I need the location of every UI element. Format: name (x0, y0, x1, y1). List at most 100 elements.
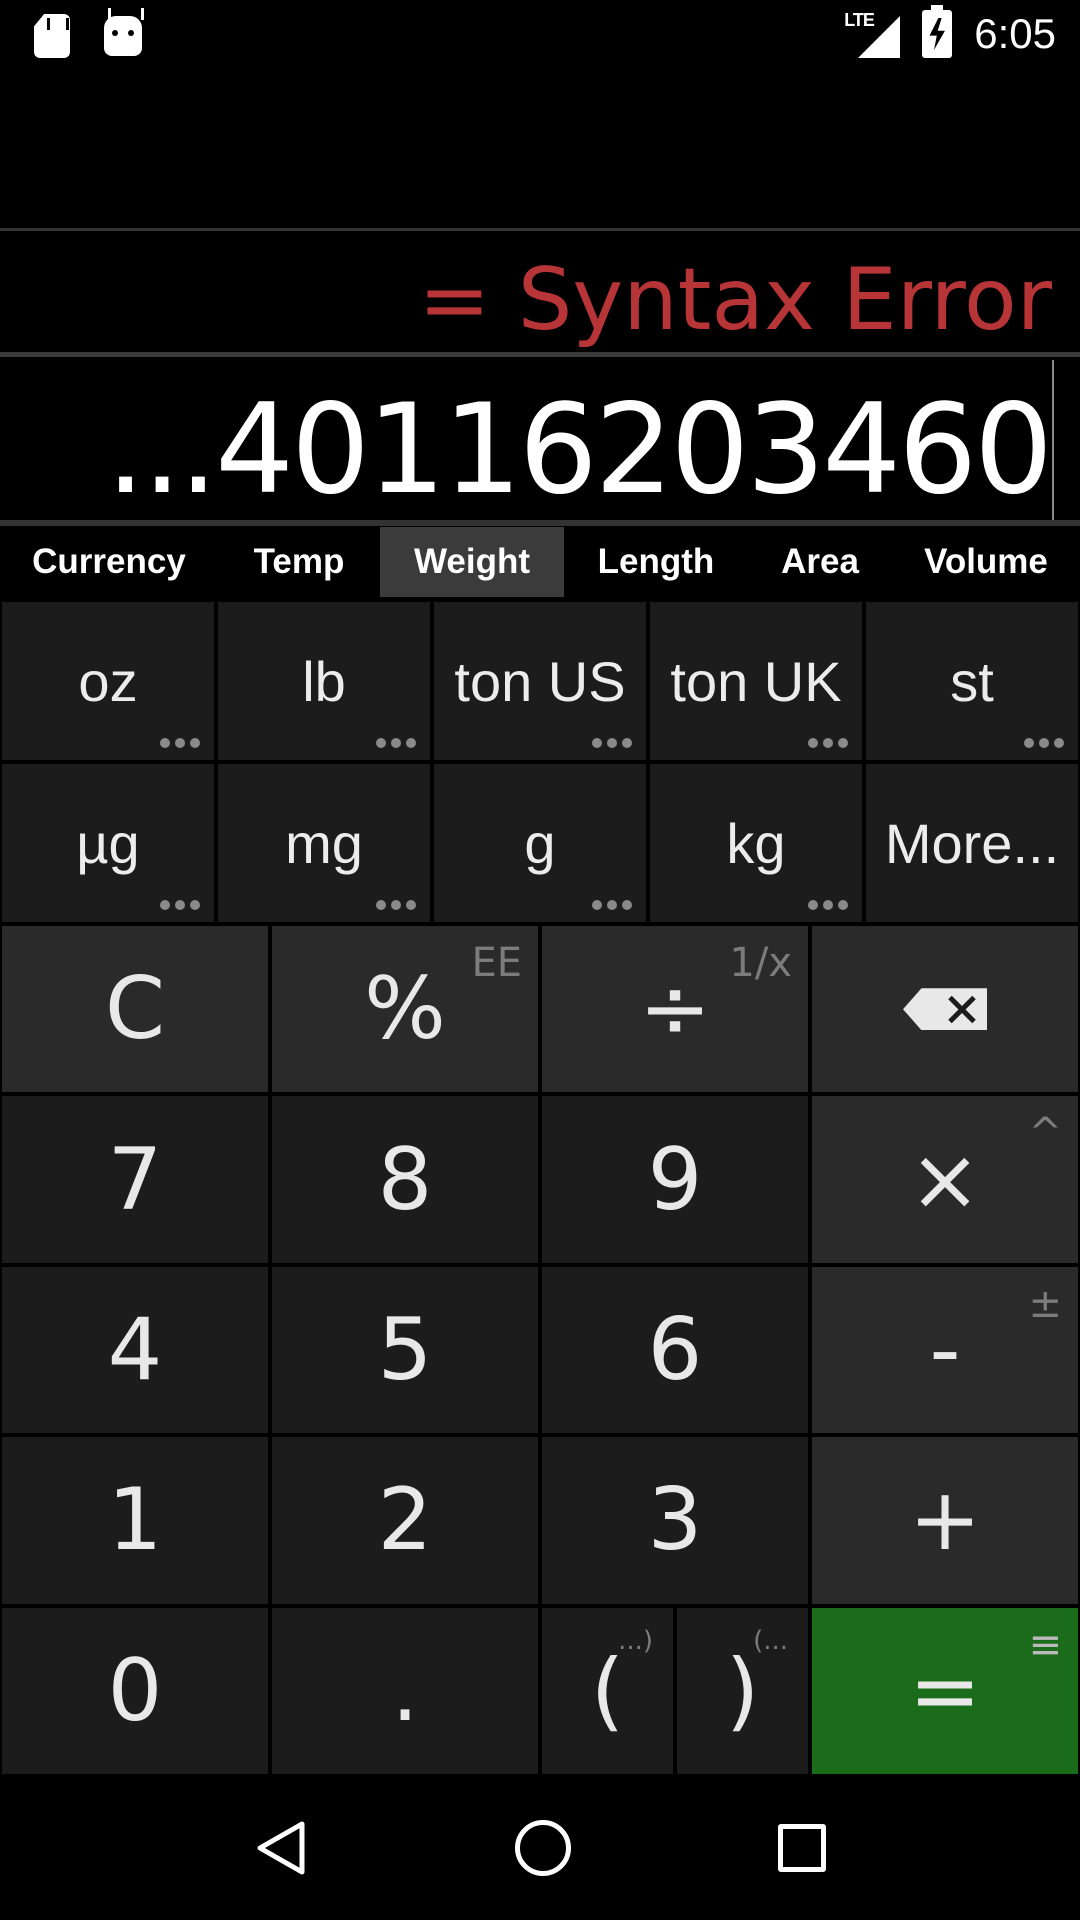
tab-weight[interactable]: Weight (380, 527, 564, 597)
tab-area[interactable]: Area (748, 527, 892, 597)
text-cursor (1052, 360, 1054, 520)
key-label: 3 (647, 1470, 703, 1571)
result-display: = Syntax Error (418, 250, 1052, 350)
digit-4-button[interactable]: 4 (2, 1266, 268, 1434)
navigation-bar (0, 1776, 1080, 1920)
key-label: = (908, 1640, 982, 1741)
more-options-icon (592, 738, 632, 748)
unit-kg-button[interactable]: kg (650, 764, 862, 922)
unit-oz-button[interactable]: oz (2, 602, 214, 760)
alt-function-label: (... (753, 1625, 788, 1656)
tab-temp[interactable]: Temp (218, 527, 380, 597)
divider (0, 352, 1080, 357)
android-debug-icon (104, 16, 142, 56)
key-label: . (391, 1640, 419, 1741)
more-options-icon (1024, 738, 1064, 748)
minus-button[interactable]: - ± (812, 1266, 1078, 1434)
home-icon[interactable] (514, 1820, 571, 1876)
expression-input[interactable]: ...40116203460 (106, 378, 1053, 522)
alt-function-label: ^ (1028, 1110, 1062, 1157)
percent-button[interactable]: % EE (272, 926, 538, 1093)
unit-keys: oz lb ton US ton UK st µg mg g kg More..… (0, 602, 1080, 922)
more-options-icon (376, 738, 416, 748)
key-label: + (908, 1470, 982, 1571)
key-label: ) (725, 1640, 760, 1741)
key-label: 8 (377, 1129, 433, 1230)
unit-label: kg (726, 811, 786, 875)
alt-function-label: ± (1028, 1280, 1062, 1327)
more-options-icon (808, 900, 848, 910)
battery-charging-icon (922, 5, 953, 58)
digit-9-button[interactable]: 9 (542, 1096, 808, 1263)
more-options-icon (160, 900, 200, 910)
unit-label: ton UK (670, 649, 842, 713)
digit-1-button[interactable]: 1 (2, 1437, 268, 1604)
unit-ton-us-button[interactable]: ton US (434, 602, 646, 760)
recent-apps-icon[interactable] (778, 1824, 827, 1872)
unit-label: More... (884, 811, 1060, 875)
unit-mg-button[interactable]: mg (218, 764, 430, 922)
digit-6-button[interactable]: 6 (542, 1266, 808, 1434)
unit-label: mg (285, 811, 363, 875)
status-bar: LTE 6:05 (0, 0, 1080, 72)
unit-label: lb (302, 649, 346, 713)
alt-function-label: 1/x (729, 940, 792, 986)
sd-card-icon (34, 14, 70, 58)
unit-ug-button[interactable]: µg (2, 764, 214, 922)
tab-currency[interactable]: Currency (0, 527, 218, 597)
history-icon: ≡ (1028, 1621, 1062, 1668)
close-paren-button[interactable]: ) (... (677, 1607, 808, 1774)
digit-3-button[interactable]: 3 (542, 1437, 808, 1604)
open-paren-button[interactable]: (...) (542, 1607, 673, 1774)
calculator-keypad: C % EE ÷ 1/x 7 8 9 × ^ 4 5 6 - ± 1 2 3 + 0 .… (0, 926, 1080, 1774)
signal-icon: LTE (844, 10, 901, 58)
key-label: 2 (377, 1470, 433, 1571)
tab-volume[interactable]: Volume (892, 527, 1080, 597)
unit-lb-button[interactable]: lb (218, 602, 430, 760)
key-label: 1 (107, 1470, 163, 1571)
backspace-button[interactable] (812, 926, 1078, 1093)
clear-button[interactable]: C (2, 926, 268, 1093)
unit-category-tabs: Currency Temp Weight Length Area Volume (0, 527, 1080, 597)
plus-button[interactable]: + (812, 1437, 1078, 1604)
back-icon[interactable] (254, 1820, 308, 1876)
key-label: - (929, 1299, 961, 1400)
more-options-icon (376, 900, 416, 910)
unit-st-button[interactable]: st (866, 602, 1078, 760)
multiply-button[interactable]: × ^ (812, 1096, 1078, 1263)
key-label: 0 (107, 1640, 163, 1741)
unit-label: g (524, 811, 556, 875)
digit-7-button[interactable]: 7 (2, 1096, 268, 1263)
digit-8-button[interactable]: 8 (272, 1096, 538, 1263)
digit-2-button[interactable]: 2 (272, 1437, 538, 1604)
more-options-icon (160, 738, 200, 748)
divider (0, 520, 1080, 526)
divide-button[interactable]: ÷ 1/x (542, 926, 808, 1093)
unit-label: oz (78, 649, 138, 713)
key-label: ( (590, 1640, 625, 1741)
equals-button[interactable]: = ≡ (812, 1607, 1078, 1774)
key-label: × (908, 1129, 982, 1230)
backspace-icon (903, 988, 987, 1031)
more-options-icon (592, 900, 632, 910)
tab-length[interactable]: Length (564, 527, 748, 597)
key-label: % (364, 959, 446, 1060)
unit-label: µg (76, 811, 140, 875)
key-label: 5 (377, 1299, 433, 1400)
more-units-button[interactable]: More... (866, 764, 1078, 922)
unit-g-button[interactable]: g (434, 764, 646, 922)
unit-label: st (950, 649, 994, 713)
key-label: C (104, 959, 166, 1060)
digit-0-button[interactable]: 0 (2, 1607, 268, 1774)
decimal-point-button[interactable]: . (272, 1607, 538, 1774)
unit-label: ton US (454, 649, 626, 713)
more-options-icon (808, 738, 848, 748)
key-label: ÷ (638, 959, 712, 1060)
parentheses-keys: (...) ) (... (542, 1607, 808, 1774)
digit-5-button[interactable]: 5 (272, 1266, 538, 1434)
key-label: 9 (647, 1129, 703, 1230)
unit-ton-uk-button[interactable]: ton UK (650, 602, 862, 760)
clock: 6:05 (974, 10, 1056, 57)
key-label: 4 (107, 1299, 163, 1400)
key-label: 6 (647, 1299, 703, 1400)
